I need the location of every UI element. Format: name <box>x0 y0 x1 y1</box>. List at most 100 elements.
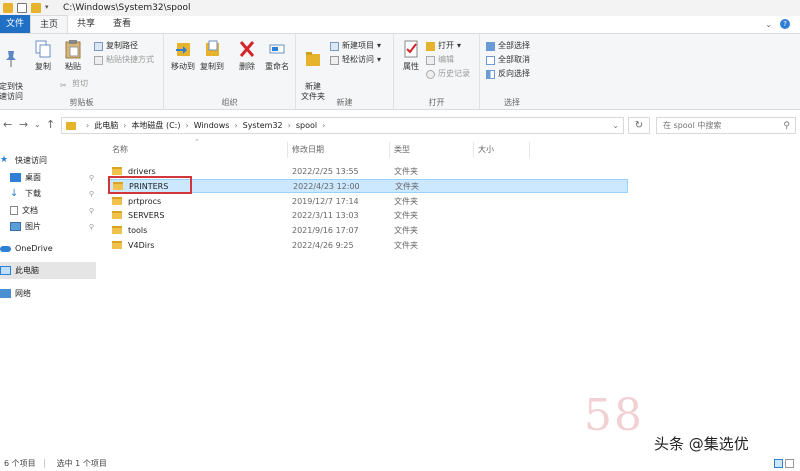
paste-shortcut-icon <box>94 55 103 65</box>
copy-to-button[interactable]: 复制到 <box>197 39 227 72</box>
address-bar[interactable]: › 此电脑 › 本地磁盘 (C:) › Windows › System32 ›… <box>61 117 624 134</box>
open-group-label: 打开 <box>428 98 445 107</box>
item-count: 6 个项目 <box>4 459 36 468</box>
computer-icon <box>0 266 11 275</box>
tab-home[interactable]: 主页 <box>30 15 69 33</box>
file-date: 2022/3/11 13:03 <box>292 210 359 220</box>
up-arrow-icon[interactable]: ↑ <box>46 118 55 131</box>
nav-desktop[interactable]: 桌面 ⚲ <box>0 169 96 186</box>
breadcrumb-spool[interactable]: spool <box>293 121 320 130</box>
edit-icon <box>426 55 435 65</box>
column-name[interactable]: 名称 <box>108 142 288 158</box>
invert-selection-icon <box>486 69 495 79</box>
tab-share[interactable]: 共享 <box>68 15 104 33</box>
breadcrumb-windows[interactable]: Windows <box>191 121 233 130</box>
table-row[interactable]: SERVERS 2022/3/11 13:03 文件夹 <box>108 208 628 222</box>
table-row[interactable]: V4Dirs 2022/4/26 9:25 文件夹 <box>108 238 628 252</box>
breadcrumb-this-pc[interactable]: 此电脑 <box>91 120 121 131</box>
file-type: 文件夹 <box>394 196 418 206</box>
new-folder-quick-icon[interactable] <box>31 3 41 13</box>
nav-downloads[interactable]: ↓ 下载 ⚲ <box>0 185 96 202</box>
details-view-icon[interactable] <box>774 459 783 468</box>
breadcrumb-separator[interactable]: › <box>286 121 293 130</box>
select-all-icon <box>486 41 495 51</box>
nav-this-pc[interactable]: 此电脑 <box>0 262 96 279</box>
select-none-button[interactable]: 全部取消 <box>486 54 530 66</box>
nav-pictures[interactable]: 图片 ⚲ <box>0 218 96 235</box>
copy-path-button[interactable]: 复制路径 <box>94 40 138 52</box>
new-item-button[interactable]: 新建项目 ▾ <box>330 40 381 52</box>
recent-locations-chevron-icon[interactable]: ⌄ <box>34 120 41 129</box>
pin-icon[interactable]: ⚲ <box>89 174 94 182</box>
properties-button[interactable]: 属性 <box>396 39 426 72</box>
file-type: 文件夹 <box>394 240 418 250</box>
breadcrumb-separator[interactable]: › <box>121 121 128 130</box>
copy-button[interactable]: 复制 <box>28 39 58 72</box>
search-input[interactable] <box>657 118 777 133</box>
paste-shortcut-button[interactable]: 粘贴快捷方式 <box>94 54 154 66</box>
watermark-logo: 58 <box>584 390 644 441</box>
chevron-down-icon[interactable]: ⌄ <box>765 20 772 29</box>
rename-button[interactable]: 重命名 <box>262 39 292 72</box>
picture-icon <box>10 222 21 231</box>
edit-button[interactable]: 编辑 <box>426 54 454 66</box>
tab-view[interactable]: 查看 <box>104 15 140 33</box>
cut-button[interactable]: ✂ 剪切 <box>60 78 88 90</box>
table-row[interactable]: tools 2021/9/16 17:07 文件夹 <box>108 223 628 237</box>
back-arrow-icon[interactable]: ← <box>3 118 12 131</box>
download-icon: ↓ <box>10 188 19 199</box>
delete-button[interactable]: 删除 <box>232 39 262 72</box>
quick-access-toolbar: ▾ <box>0 3 53 13</box>
file-name: drivers <box>128 166 156 176</box>
folder-icon <box>3 3 13 13</box>
paste-button[interactable]: 粘贴 <box>58 39 88 72</box>
nav-network[interactable]: 网络 <box>0 285 96 302</box>
pin-icon[interactable]: ⚲ <box>89 190 94 198</box>
easy-access-button[interactable]: 轻松访问 ▾ <box>330 54 381 66</box>
address-row: ← → ⌄ ↑ › 此电脑 › 本地磁盘 (C:) › Windows › Sy… <box>0 114 800 136</box>
select-all-button[interactable]: 全部选择 <box>486 40 530 52</box>
folder-icon <box>112 211 122 219</box>
help-icon[interactable]: ? <box>780 19 790 29</box>
nav-quick-access[interactable]: ★ 快速访问 <box>0 152 96 169</box>
chevron-down-icon[interactable]: ▾ <box>45 3 53 11</box>
nav-onedrive[interactable]: OneDrive <box>0 240 96 257</box>
search-box[interactable]: ⚲ <box>656 117 796 134</box>
pin-icon[interactable]: ⚲ <box>89 223 94 231</box>
column-date-modified[interactable]: 修改日期 <box>288 142 390 158</box>
easy-access-icon <box>330 55 339 65</box>
new-folder-button[interactable]: 新建 文件夹 <box>298 39 328 102</box>
properties-quick-icon[interactable] <box>17 3 27 13</box>
file-date: 2019/12/7 17:14 <box>292 196 359 206</box>
file-type: 文件夹 <box>394 210 418 220</box>
ribbon-controls: ⌄ ? <box>765 15 800 33</box>
breadcrumb-local-disk[interactable]: 本地磁盘 (C:) <box>128 120 183 131</box>
pin-icon[interactable]: ⚲ <box>89 207 94 215</box>
file-name: V4Dirs <box>128 240 155 250</box>
open-button[interactable]: 打开 ▾ <box>426 40 461 52</box>
file-name: tools <box>128 225 148 235</box>
refresh-icon[interactable]: ↻ <box>628 117 650 134</box>
tab-file[interactable]: 文件 <box>0 15 31 33</box>
breadcrumb-separator[interactable]: › <box>320 121 327 130</box>
breadcrumb-separator[interactable]: › <box>232 121 239 130</box>
breadcrumb-system32[interactable]: System32 <box>240 121 286 130</box>
title-bar: ▾ C:\Windows\System32\spool <box>0 0 800 16</box>
pin-quick-access-button[interactable]: 定到快 速访问 <box>0 39 26 102</box>
history-button[interactable]: 历史记录 <box>426 68 470 80</box>
scissors-icon: ✂ <box>60 80 67 90</box>
breadcrumb-separator[interactable]: › <box>84 121 91 130</box>
forward-arrow-icon[interactable]: → <box>19 118 28 131</box>
move-to-button[interactable]: 移动到 <box>168 39 198 72</box>
nav-documents[interactable]: 文档 ⚲ <box>0 202 96 219</box>
table-row[interactable]: prtprocs 2019/12/7 17:14 文件夹 <box>108 194 628 208</box>
column-type[interactable]: 类型 <box>390 142 474 158</box>
chevron-down-icon[interactable]: ⌄ <box>612 121 623 130</box>
invert-selection-button[interactable]: 反向选择 <box>486 68 530 80</box>
column-size[interactable]: 大小 <box>474 142 530 158</box>
large-icons-view-icon[interactable] <box>785 459 794 468</box>
ribbon: 定到快 速访问 复制 粘贴 ✂ 剪切 复制路径 粘贴快捷方式 剪贴板 移动到 复… <box>0 34 800 110</box>
new-item-icon <box>330 41 339 51</box>
breadcrumb-separator[interactable]: › <box>183 121 190 130</box>
copy-to-icon <box>206 40 219 56</box>
